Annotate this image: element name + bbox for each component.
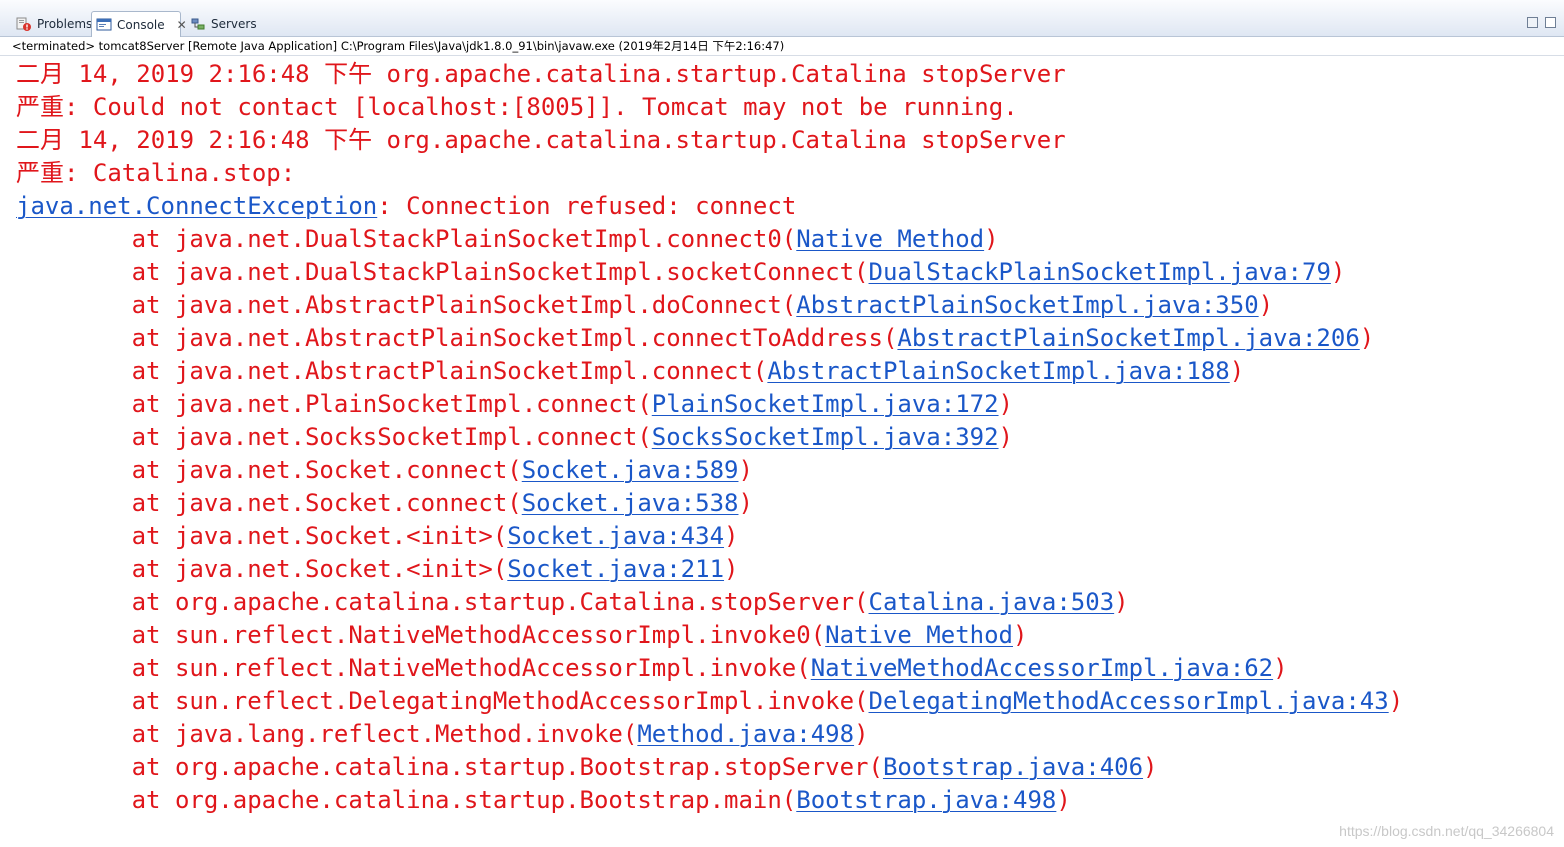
stack-frame-method: at java.net.SocksSocketImpl.connect(: [16, 423, 652, 451]
stack-frame-source-link[interactable]: DualStackPlainSocketImpl.java:79: [869, 258, 1331, 286]
stack-frame-source-link[interactable]: DelegatingMethodAccessorImpl.java:43: [869, 687, 1389, 715]
stack-frame-close-paren: ): [984, 225, 999, 253]
exception-message: : Connection refused: connect: [377, 192, 797, 220]
problems-icon: [16, 16, 32, 32]
console-output[interactable]: 二月 14, 2019 2:16:48 下午 org.apache.catali…: [16, 58, 1556, 838]
stack-frame-close-paren: ): [1273, 654, 1288, 682]
stack-frame-close-paren: ): [1056, 786, 1071, 814]
stack-frame-line: at org.apache.catalina.startup.Bootstrap…: [16, 751, 1556, 784]
minimize-view-button[interactable]: [1527, 17, 1538, 28]
stack-frame-source-link[interactable]: Socket.java:538: [522, 489, 739, 517]
stack-frame-close-paren: ): [1114, 588, 1129, 616]
view-tab-bar: Problems Console ✕ Servers: [0, 0, 1564, 37]
stack-frame-close-paren: ): [1143, 753, 1158, 781]
watermark: https://blog.csdn.net/qq_34266804: [1339, 823, 1554, 839]
stack-frame-line: at org.apache.catalina.startup.Catalina.…: [16, 586, 1556, 619]
stack-frame-line: at org.apache.catalina.startup.Bootstrap…: [16, 784, 1556, 817]
console-log-line: 严重: Could not contact [localhost:[8005]]…: [16, 93, 1018, 121]
stack-frame-line: at java.net.Socket.connect(Socket.java:5…: [16, 487, 1556, 520]
console-icon: [96, 17, 112, 33]
stack-frame-close-paren: ): [1388, 687, 1404, 715]
stack-frame-method: at sun.reflect.NativeMethodAccessorImpl.…: [16, 621, 826, 649]
stack-frame-source-link[interactable]: Socket.java:211: [507, 555, 724, 583]
stack-frame-line: at java.lang.reflect.Method.invoke(Metho…: [16, 718, 1556, 751]
stack-frame-method: at java.net.DualStackPlainSocketImpl.soc…: [16, 258, 869, 286]
exception-class-link[interactable]: java.net.ConnectException: [16, 192, 377, 220]
stack-frame-source-link[interactable]: Catalina.java:503: [869, 588, 1115, 616]
stack-frame-close-paren: ): [1013, 621, 1028, 649]
stack-frame-line: at java.net.AbstractPlainSocketImpl.conn…: [16, 355, 1556, 388]
console-log-line: 二月 14, 2019 2:16:48 下午 org.apache.catali…: [16, 126, 1066, 154]
stack-frame-source-link[interactable]: Native Method: [825, 621, 1013, 649]
stack-frame-source-link[interactable]: Bootstrap.java:406: [883, 753, 1143, 781]
stack-frame-close-paren: ): [738, 489, 753, 517]
stack-frame-method: at java.net.AbstractPlainSocketImpl.doCo…: [16, 291, 797, 319]
stack-frame-method: at java.net.Socket.<init>(: [16, 522, 508, 550]
stack-frame-method: at org.apache.catalina.startup.Catalina.…: [16, 588, 869, 616]
stack-frame-method: at java.lang.reflect.Method.invoke(: [16, 720, 638, 748]
stack-frame-source-link[interactable]: Bootstrap.java:498: [796, 786, 1056, 814]
tab-console-label: Console: [117, 17, 165, 32]
stack-frame-source-link[interactable]: NativeMethodAccessorImpl.java:62: [811, 654, 1273, 682]
console-log-line: 二月 14, 2019 2:16:48 下午 org.apache.catali…: [16, 60, 1066, 88]
stack-frame-close-paren: ): [738, 456, 753, 484]
exception-line: java.net.ConnectException: Connection re…: [16, 190, 1556, 223]
stack-frame-source-link[interactable]: Native Method: [796, 225, 984, 253]
stack-frame-close-paren: ): [1258, 291, 1274, 319]
stack-frame-close-paren: ): [1359, 324, 1375, 352]
stack-frame-close-paren: ): [724, 522, 739, 550]
stack-frame-method: at org.apache.catalina.startup.Bootstrap…: [16, 786, 797, 814]
stack-frame-method: at java.net.Socket.<init>(: [16, 555, 508, 583]
stack-frame-line: at java.net.Socket.<init>(Socket.java:21…: [16, 553, 1556, 586]
console-status-line: <terminated> tomcat8Server [Remote Java …: [0, 37, 1564, 56]
stack-frame-method: at java.net.Socket.connect(: [16, 489, 522, 517]
stack-frame-source-link[interactable]: AbstractPlainSocketImpl.java:188: [767, 357, 1229, 385]
stack-frame-source-link[interactable]: Method.java:498: [637, 720, 854, 748]
console-log-line: 严重: Catalina.stop:: [16, 159, 296, 187]
stack-frame-method: at sun.reflect.DelegatingMethodAccessorI…: [16, 687, 869, 715]
stack-frame-line: at java.net.AbstractPlainSocketImpl.doCo…: [16, 289, 1556, 322]
stack-frame-method: at java.net.Socket.connect(: [16, 456, 522, 484]
stack-frame-close-paren: ): [724, 555, 739, 583]
stack-frame-source-link[interactable]: AbstractPlainSocketImpl.java:206: [897, 324, 1359, 352]
stack-frame-line: at java.net.SocksSocketImpl.connect(Sock…: [16, 421, 1556, 454]
stack-frame-close-paren: ): [998, 423, 1013, 451]
stack-frame-method: at java.net.AbstractPlainSocketImpl.conn…: [16, 357, 768, 385]
maximize-view-button[interactable]: [1545, 17, 1556, 28]
stack-frame-line: at sun.reflect.NativeMethodAccessorImpl.…: [16, 652, 1556, 685]
stack-frame-source-link[interactable]: Socket.java:434: [507, 522, 724, 550]
stack-frame-method: at sun.reflect.NativeMethodAccessorImpl.…: [16, 654, 811, 682]
stack-frame-line: at java.net.AbstractPlainSocketImpl.conn…: [16, 322, 1556, 355]
stack-frame-line: at sun.reflect.NativeMethodAccessorImpl.…: [16, 619, 1556, 652]
stack-frame-line: at java.net.Socket.<init>(Socket.java:43…: [16, 520, 1556, 553]
stack-frame-source-link[interactable]: AbstractPlainSocketImpl.java:350: [796, 291, 1258, 319]
stack-frame-source-link[interactable]: SocksSocketImpl.java:392: [652, 423, 999, 451]
tab-problems[interactable]: Problems: [12, 11, 98, 37]
stack-frame-line: at java.net.DualStackPlainSocketImpl.soc…: [16, 256, 1556, 289]
stack-frame-close-paren: ): [998, 390, 1013, 418]
servers-icon: [190, 16, 206, 32]
stack-frame-source-link[interactable]: Socket.java:589: [522, 456, 739, 484]
stack-frame-close-paren: ): [1229, 357, 1245, 385]
tab-console[interactable]: Console ✕: [91, 11, 187, 37]
stack-frame-line: at java.net.Socket.connect(Socket.java:5…: [16, 454, 1556, 487]
stack-frame-line: at java.net.DualStackPlainSocketImpl.con…: [16, 223, 1556, 256]
stack-frame-close-paren: ): [854, 720, 869, 748]
tab-servers[interactable]: Servers: [186, 11, 263, 37]
stack-frame-method: at org.apache.catalina.startup.Bootstrap…: [16, 753, 883, 781]
stack-frame-method: at java.net.AbstractPlainSocketImpl.conn…: [16, 324, 898, 352]
stack-frame-source-link[interactable]: PlainSocketImpl.java:172: [652, 390, 999, 418]
stack-frame-method: at java.net.PlainSocketImpl.connect(: [16, 390, 652, 418]
tab-problems-label: Problems: [37, 17, 93, 31]
stack-frame-close-paren: ): [1330, 258, 1346, 286]
stack-frame-method: at java.net.DualStackPlainSocketImpl.con…: [16, 225, 797, 253]
tab-servers-label: Servers: [211, 17, 257, 31]
stack-frame-line: at java.net.PlainSocketImpl.connect(Plai…: [16, 388, 1556, 421]
stack-frame-line: at sun.reflect.DelegatingMethodAccessorI…: [16, 685, 1556, 718]
